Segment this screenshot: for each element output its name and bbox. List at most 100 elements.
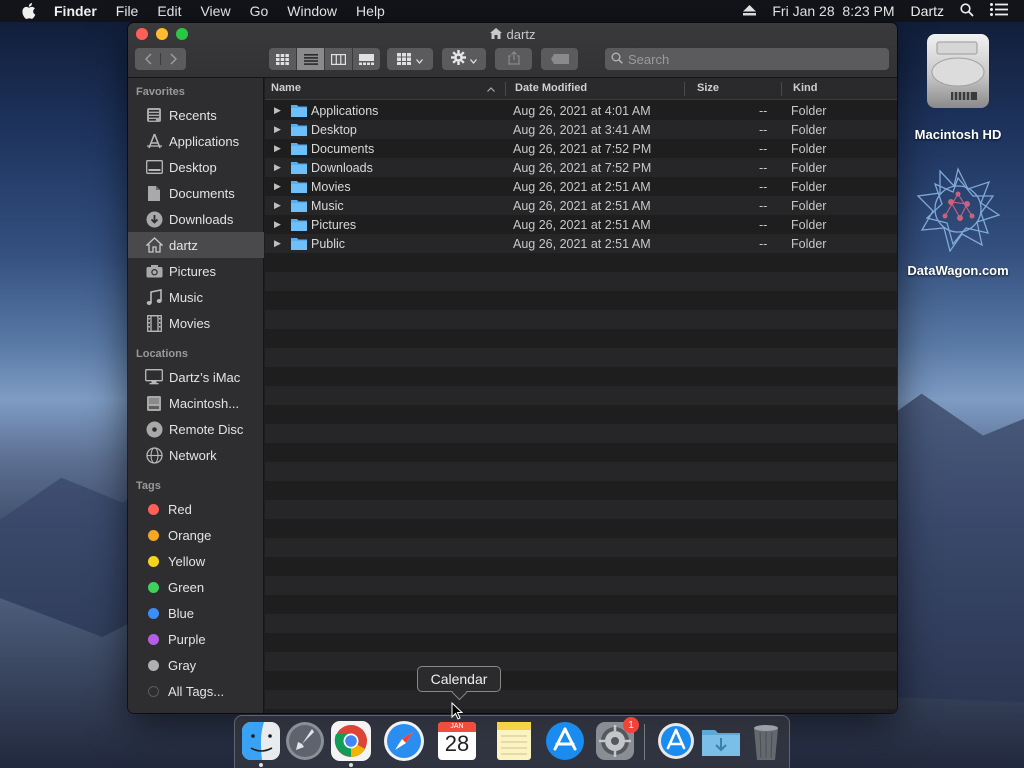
sidebar-item-downloads[interactable]: Downloads — [128, 206, 264, 232]
file-name: Desktop — [311, 122, 357, 137]
menu-app-name[interactable]: Finder — [54, 3, 97, 19]
dock-finder[interactable] — [240, 720, 282, 767]
sidebar-item-applications[interactable]: Applications — [128, 128, 264, 154]
table-row[interactable]: ▶ Downloads Aug 26, 2021 at 7:52 PM -- F… — [265, 158, 897, 177]
group-by-button[interactable] — [387, 48, 433, 70]
table-row[interactable]: ▶ Pictures Aug 26, 2021 at 2:51 AM -- Fo… — [265, 215, 897, 234]
sidebar-item-movies[interactable]: Movies — [128, 310, 264, 336]
dock-system-preferences[interactable]: 1 — [594, 717, 639, 762]
notification-center-icon[interactable] — [990, 3, 1008, 19]
menu-help[interactable]: Help — [356, 3, 385, 19]
sidebar-item-desktop[interactable]: Desktop — [128, 154, 264, 180]
desktop-item-datawagon[interactable]: DataWagon.com — [906, 166, 1010, 278]
dock-app-store-download[interactable] — [655, 720, 697, 762]
sidebar-item-label: All Tags... — [168, 683, 225, 699]
sidebar-tag-gray[interactable]: Gray — [128, 652, 264, 678]
dock-trash[interactable] — [745, 720, 787, 762]
sidebar-all-tags[interactable]: All Tags... — [128, 678, 264, 704]
list-view-button[interactable] — [296, 48, 324, 70]
calendar-month: JAN — [450, 723, 464, 730]
edit-tags-button[interactable] — [541, 48, 578, 70]
disclosure-triangle-icon[interactable]: ▶ — [274, 238, 281, 249]
column-divider[interactable] — [505, 82, 506, 96]
tag-icon — [550, 52, 569, 67]
search-field[interactable] — [605, 48, 889, 70]
menu-file[interactable]: File — [116, 3, 139, 19]
menu-edit[interactable]: Edit — [157, 3, 181, 19]
sidebar-item-label: Green — [168, 579, 205, 595]
menu-user[interactable]: Dartz — [911, 3, 944, 19]
sidebar-item-dartz[interactable]: dartz — [128, 232, 264, 258]
share-icon — [507, 50, 520, 68]
folder-icon — [291, 103, 307, 117]
sidebar-item-label: Applications — [169, 133, 240, 149]
sidebar-tag-purple[interactable]: Purple — [128, 626, 264, 652]
table-row[interactable]: ▶ Public Aug 26, 2021 at 2:51 AM -- Fold… — [265, 234, 897, 253]
desktop-item-macintosh-hd[interactable]: Macintosh HD — [910, 30, 1006, 142]
disclosure-triangle-icon[interactable]: ▶ — [274, 162, 281, 173]
column-divider[interactable] — [684, 82, 685, 96]
back-button[interactable] — [135, 53, 160, 65]
dock-safari[interactable] — [383, 720, 425, 762]
table-row[interactable]: ▶ Movies Aug 26, 2021 at 2:51 AM -- Fold… — [265, 177, 897, 196]
disclosure-triangle-icon[interactable]: ▶ — [274, 105, 281, 116]
sidebar-tag-blue[interactable]: Blue — [128, 600, 264, 626]
gallery-view-button[interactable] — [352, 48, 380, 70]
table-row[interactable]: ▶ Desktop Aug 26, 2021 at 3:41 AM -- Fol… — [265, 120, 897, 139]
column-view-button[interactable] — [324, 48, 352, 70]
column-header-size[interactable]: Size — [697, 82, 719, 94]
sidebar-item-network[interactable]: Network — [128, 442, 264, 468]
disclosure-triangle-icon[interactable]: ▶ — [274, 200, 281, 211]
disclosure-triangle-icon[interactable]: ▶ — [274, 143, 281, 154]
menu-view[interactable]: View — [200, 3, 230, 19]
sidebar-tag-green[interactable]: Green — [128, 574, 264, 600]
file-name: Downloads — [311, 160, 373, 175]
action-menu-button[interactable] — [442, 48, 486, 70]
eject-icon[interactable] — [743, 3, 757, 19]
search-input[interactable] — [628, 51, 868, 67]
table-row[interactable]: ▶ Applications Aug 26, 2021 at 4:01 AM -… — [265, 101, 897, 120]
safari-icon — [383, 721, 425, 765]
icon-view-button[interactable] — [269, 48, 296, 70]
apple-menu-icon[interactable] — [18, 3, 40, 19]
sidebar-item-documents[interactable]: Documents — [128, 180, 264, 206]
notification-badge: 1 — [623, 717, 639, 733]
forward-button[interactable] — [160, 53, 186, 65]
column-header-name[interactable]: Name — [271, 82, 301, 94]
sidebar-tag-orange[interactable]: Orange — [128, 522, 264, 548]
table-row[interactable]: ▶ Music Aug 26, 2021 at 2:51 AM -- Folde… — [265, 196, 897, 215]
sidebar-item-music[interactable]: Music — [128, 284, 264, 310]
table-row[interactable]: ▶ Documents Aug 26, 2021 at 7:52 PM -- F… — [265, 139, 897, 158]
sidebar-tag-yellow[interactable]: Yellow — [128, 548, 264, 574]
spotlight-icon[interactable] — [960, 2, 974, 20]
sidebar-item-imac[interactable]: Dartz’s iMac — [128, 364, 264, 390]
share-button[interactable] — [495, 48, 532, 70]
launchpad-icon — [284, 722, 326, 765]
dock-calendar[interactable]: JAN 28 — [436, 720, 478, 762]
sidebar-item-remote-disc[interactable]: Remote Disc — [128, 416, 264, 442]
column-divider[interactable] — [781, 82, 782, 96]
dock-app-store[interactable] — [544, 720, 586, 762]
sidebar-item-macintosh-hd[interactable]: Macintosh... — [128, 390, 264, 416]
file-name: Applications — [311, 103, 379, 118]
dock-chrome[interactable] — [330, 720, 372, 767]
app-store-downloads-icon — [655, 723, 697, 765]
sidebar-item-pictures[interactable]: Pictures — [128, 258, 264, 284]
sidebar-item-recents[interactable]: Recents — [128, 102, 264, 128]
menu-window[interactable]: Window — [287, 3, 337, 19]
desktop-icon — [145, 158, 163, 176]
disclosure-triangle-icon[interactable]: ▶ — [274, 124, 281, 135]
menu-clock[interactable]: Fri Jan 28 8:23 PM — [772, 3, 894, 19]
dock-downloads-stack[interactable] — [700, 720, 742, 762]
disclosure-triangle-icon[interactable]: ▶ — [274, 181, 281, 192]
sidebar-tag-red[interactable]: Red — [128, 496, 264, 522]
column-header-date[interactable]: Date Modified — [515, 82, 587, 94]
menu-go[interactable]: Go — [250, 3, 269, 19]
tag-color-dot — [148, 503, 159, 515]
disclosure-triangle-icon[interactable]: ▶ — [274, 219, 281, 230]
dock-notes[interactable] — [493, 720, 535, 762]
column-header-kind[interactable]: Kind — [793, 82, 817, 94]
dock-launchpad[interactable] — [284, 720, 326, 762]
sidebar-item-label: Downloads — [169, 211, 234, 227]
sidebar-item-label: Orange — [168, 527, 212, 543]
